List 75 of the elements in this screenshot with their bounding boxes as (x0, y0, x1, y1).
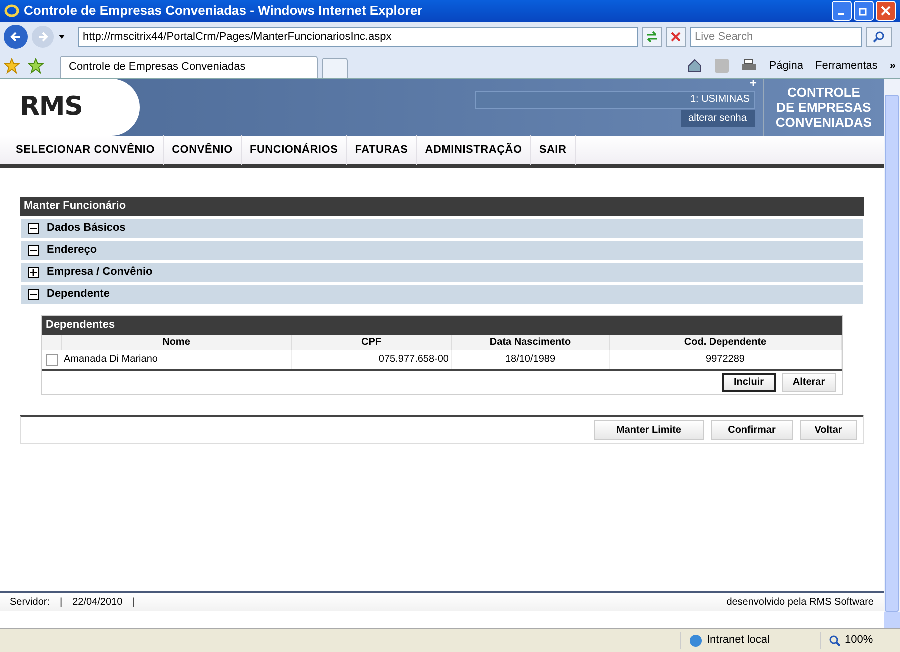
back-arrow-icon (10, 31, 22, 43)
search-button[interactable] (866, 27, 892, 47)
back-button[interactable] (4, 25, 28, 49)
minus-icon[interactable] (28, 289, 39, 300)
table-cell: 18/10/1989 (452, 350, 610, 369)
row-checkbox[interactable] (46, 354, 58, 366)
table-cell: 075.977.658-00 (292, 350, 452, 369)
plus-icon: + (750, 77, 758, 89)
section-header[interactable]: Empresa / Convênio (21, 263, 863, 282)
add-favorite-icon[interactable] (28, 58, 44, 74)
section-title: Empresa / Convênio (47, 265, 153, 280)
nav-link[interactable]: FUNCIONÁRIOS (242, 135, 348, 165)
panel-header: Manter Funcionário (20, 197, 864, 216)
section-header[interactable]: Dependente (21, 285, 863, 304)
minimize-icon[interactable] (832, 1, 852, 21)
browser-logo-icon (4, 3, 20, 19)
search-icon (873, 31, 885, 43)
globe-icon (689, 634, 703, 648)
stop-x-icon (671, 32, 681, 42)
user-field: 1: USIMINAS (474, 91, 755, 109)
restore-icon[interactable] (854, 1, 874, 21)
column-header: Nome (62, 335, 292, 350)
section-header[interactable]: Dados Básicos (21, 219, 863, 238)
more-button[interactable]: » (890, 58, 896, 74)
footer-date: 22/04/2010 (72, 596, 123, 610)
separator: | (132, 596, 136, 610)
plus-icon[interactable] (28, 267, 39, 278)
column-header: Data Nascimento (452, 335, 610, 350)
minus-icon[interactable] (28, 223, 39, 234)
new-tab-button[interactable] (322, 58, 348, 78)
nav-link[interactable]: SELECIONAR CONVÊNIO (8, 135, 164, 165)
nav-link[interactable]: SAIR (531, 135, 576, 165)
column-header: CPF (292, 335, 452, 350)
table-cell: 9972289 (610, 350, 842, 369)
window-title: Controle de Empresas Conveniadas - Windows Internet Explorer (24, 2, 423, 20)
page-menu[interactable]: Página (769, 58, 804, 74)
server-label: Servidor: (10, 596, 50, 610)
header-corner-cell (42, 335, 62, 350)
grid-button[interactable]: Alterar (782, 373, 836, 392)
separator: | (60, 596, 63, 610)
section-header[interactable]: Endereço (21, 241, 863, 260)
nav-link[interactable]: CONVÊNIO (164, 135, 242, 165)
tools-menu[interactable]: Ferramentas (816, 58, 878, 74)
credit-text: desenvolvido pela RMS Software (726, 596, 874, 610)
address-field[interactable]: http://rmscitrix44/PortalCrm/Pages/ManterFuncionariosInc.aspx (78, 27, 638, 47)
section-title: Dados Básicos (47, 221, 126, 236)
browser-tab[interactable]: Controle de Empresas Conveniadas (60, 56, 318, 78)
minus-icon[interactable] (28, 245, 39, 256)
grid-header: Dependentes (42, 316, 842, 335)
stop-button[interactable] (666, 27, 686, 47)
column-header: Cod. Dependente (610, 335, 842, 350)
nav-link[interactable]: ADMINISTRAÇÃO (417, 135, 532, 165)
logo: RMS (20, 91, 83, 124)
change-password-link[interactable]: alterar senha (680, 110, 755, 127)
table-cell: Amanada Di Mariano (62, 350, 292, 369)
section-title: Endereço (47, 243, 98, 258)
action-button[interactable]: Voltar (800, 420, 857, 440)
search-field[interactable]: Live Search (690, 27, 862, 47)
action-button[interactable]: Manter Limite (594, 420, 704, 440)
close-icon[interactable] (876, 1, 896, 21)
nav-link[interactable]: FATURAS (347, 135, 418, 165)
dropdown-icon[interactable] (58, 33, 66, 41)
refresh-arrows-icon (646, 31, 658, 43)
zoom-level[interactable]: 100% (845, 632, 874, 649)
favorites-star-icon[interactable] (4, 58, 20, 74)
zoom-icon[interactable] (829, 634, 841, 646)
zone-text: Intranet local (707, 633, 770, 648)
grid-button[interactable]: Incluir (722, 373, 776, 392)
printer-icon[interactable] (741, 58, 758, 73)
home-icon[interactable] (687, 58, 704, 74)
section-title: Dependente (47, 287, 110, 302)
refresh-button[interactable] (642, 27, 662, 47)
scrollbar[interactable] (884, 79, 900, 628)
action-button[interactable]: Confirmar (711, 420, 793, 440)
forward-arrow-icon (37, 31, 49, 43)
